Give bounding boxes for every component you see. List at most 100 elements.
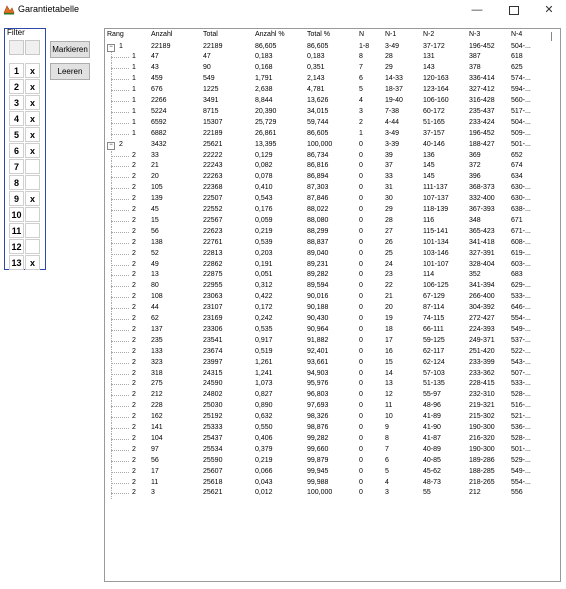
table-row[interactable]: 2 56 22623 0,219 88,299 0 27 115-141 365-423 671-…	[105, 226, 560, 238]
table-row[interactable]: 2 33 22222 0,129 86,734 0 39 136 369 652	[105, 150, 560, 162]
filter-mark-cell[interactable]: x	[25, 143, 40, 158]
header-col-rang[interactable]: Rang	[107, 31, 124, 38]
header-col-n-2[interactable]: N-2	[423, 31, 434, 38]
table-row[interactable]: 2 323 23997 1,261 93,661 0 15 62-124 233-399 543-…	[105, 357, 560, 369]
table-row[interactable]: 2 137 23306 0,535 90,964 0 18 66-111 224-393 549-…	[105, 324, 560, 336]
table-row[interactable]: 2 141 25333 0,550 98,876 0 9 41-90 190-300 536-..…	[105, 423, 560, 434]
table-row[interactable]: 2 17 25607 0,066 99,945 0 5 45-62 188-285 549-...	[105, 466, 560, 478]
filter-number-cell[interactable]: 4	[9, 111, 24, 126]
filter-row[interactable]: 5x	[9, 127, 41, 142]
table-row[interactable]: 2 104 25437 0,406 99,282 0 8 41-87 216-320 528-..…	[105, 433, 560, 445]
close-button[interactable]: ✕	[534, 2, 564, 18]
maximize-button[interactable]	[499, 2, 529, 18]
table-row[interactable]: 2 108 23063 0,422 90,016 0 21 67-129 266-400 533-…	[105, 292, 560, 304]
table-row[interactable]: 1 43 90 0,168 0,351 7 29 143 378 625	[105, 63, 560, 75]
filter-row[interactable]: 3x	[9, 95, 41, 110]
table-row[interactable]: 1 676 1225 2,638 4,781 5 18-37 123-164 327-412 59…	[105, 85, 560, 96]
header-col-anzahl-pct[interactable]: Anzahl %	[255, 31, 285, 38]
markieren-button[interactable]: Markieren	[50, 41, 90, 58]
table-row[interactable]: 2 162 25192 0,632 98,326 0 10 41-89 215-302 521-.…	[105, 412, 560, 423]
table-row[interactable]: 2 318 24315 1,241 94,903 0 14 57-103 233-362 507-…	[105, 368, 560, 380]
table-row[interactable]: 2 212 24802 0,827 96,803 0 12 55-97 232-310 528-.…	[105, 390, 560, 402]
collapse-toggle-icon[interactable]: −	[107, 141, 115, 150]
table-row[interactable]: 2 52 22813 0,203 89,040 0 25 103-146 327-391 619-…	[105, 248, 560, 260]
table-row[interactable]: 2 13 22875 0,051 89,282 0 23 114 352 683	[105, 270, 560, 282]
collapse-toggle-icon[interactable]: −	[107, 43, 115, 52]
filter-mark-cell[interactable]: x	[25, 111, 40, 126]
leeren-button[interactable]: Leeren	[50, 63, 90, 80]
filter-mark-cell[interactable]	[25, 207, 40, 222]
filter-mark-cell[interactable]: x	[25, 127, 40, 142]
filter-row[interactable]: 10	[9, 207, 41, 222]
group-row[interactable]: −2 3432 25621 13,395 100,000 0 3-39 40-146 188-4…	[105, 140, 560, 151]
filter-row[interactable]: 6x	[9, 143, 41, 158]
filter-mark-cell[interactable]: x	[25, 95, 40, 110]
table-row[interactable]: 2 56 25590 0,219 99,879 0 6 40-85 189-286 529-...	[105, 455, 560, 467]
filter-mark-cell[interactable]	[25, 159, 40, 174]
table-row[interactable]: 2 44 23107 0,172 90,188 0 20 87-114 304-392 646-.…	[105, 303, 560, 314]
filter-number-cell[interactable]: 6	[9, 143, 24, 158]
filter-number-cell[interactable]: 13	[9, 255, 24, 270]
filter-number-cell[interactable]: 5	[9, 127, 24, 142]
filter-row[interactable]: 7	[9, 159, 41, 174]
table-row[interactable]: 2 21 22243 0,082 86,816 0 37 145 372 674	[105, 161, 560, 173]
table-row[interactable]: 2 275 24590 1,073 95,976 0 13 51-135 228-415 533-…	[105, 379, 560, 391]
filter-number-cell[interactable]: 3	[9, 95, 24, 110]
filter-number-cell[interactable]: 12	[9, 239, 24, 254]
minimize-button[interactable]: —	[462, 2, 492, 18]
filter-mark-cell[interactable]	[25, 239, 40, 254]
table-row[interactable]: 2 11 25618 0,043 99,988 0 4 48-73 218-265 554-...	[105, 477, 560, 489]
header-col-total[interactable]: Total	[203, 31, 218, 38]
table-row[interactable]: 2 133 23674 0,519 92,401 0 16 62-117 251-420 522-…	[105, 346, 560, 358]
filter-row[interactable]: 1x	[9, 63, 41, 78]
table-row[interactable]: 2 20 22263 0,078 86,894 0 33 145 396 634	[105, 172, 560, 184]
table-row[interactable]: 2 80 22955 0,312 89,594 0 22 106-125 341-394 629-…	[105, 281, 560, 293]
header-col-n[interactable]: N	[359, 31, 364, 38]
filter-row[interactable]: 4x	[9, 111, 41, 126]
filter-mark-cell[interactable]: x	[25, 191, 40, 206]
table-row[interactable]: 2 228 25030 0,890 97,693 0 11 48-96 219-321 516-.…	[105, 401, 560, 413]
filter-mark-cell[interactable]: x	[25, 255, 40, 270]
header-col-total-pct[interactable]: Total %	[307, 31, 330, 38]
group-row[interactable]: −1 22189 22189 86,605 86,605 1-8 3-49 37-172 196…	[105, 42, 560, 53]
filter-number-cell[interactable]: 9	[9, 191, 24, 206]
table-row[interactable]: 1 6882 22189 26,861 86,605 1 3-49 37-157 196-452…	[105, 128, 560, 140]
column-divider[interactable]	[551, 32, 552, 41]
header-col-n-4[interactable]: N-4	[511, 31, 522, 38]
filter-mark-cell[interactable]: x	[25, 63, 40, 78]
table-row[interactable]: 2 62 23169 0,242 90,430 0 19 74-115 272-427 554-.…	[105, 314, 560, 325]
table-row[interactable]: 2 138 22761 0,539 88,837 0 26 101-134 341-418 608…	[105, 237, 560, 249]
filter-row[interactable]: 12	[9, 239, 41, 254]
table-row[interactable]: 2 15 22567 0,059 88,080 0 28 116 348 671	[105, 215, 560, 227]
filter-number-cell[interactable]: 8	[9, 175, 24, 190]
table-row[interactable]: 1 47 47 0,183 0,183 8 28 131 387 618	[105, 52, 560, 64]
header-col-n-1[interactable]: N-1	[385, 31, 396, 38]
table-row[interactable]: 2 97 25534 0,379 99,660 0 7 40-89 190-300 501-...	[105, 444, 560, 456]
table-row[interactable]: 2 45 22552 0,176 88,022 0 29 118-139 367-393 638-…	[105, 205, 560, 216]
filter-row[interactable]: 13 x	[9, 255, 41, 270]
header-col-n-3[interactable]: N-3	[469, 31, 480, 38]
table-row[interactable]: 1 6592 15307 25,729 59,744 2 4-44 51-165 233-424…	[105, 117, 560, 129]
filter-row[interactable]: 11	[9, 223, 41, 238]
table-row[interactable]: 1 5224 8715 20,390 34,015 3 7-38 60-172 235-437 5…	[105, 106, 560, 118]
filter-mark-cell[interactable]	[25, 175, 40, 190]
table-row[interactable]: 2 3 25621 0,012 100,000 0 3 55 212 556	[105, 488, 560, 500]
filter-number-cell[interactable]: 11	[9, 223, 24, 238]
filter-row[interactable]: 8	[9, 175, 41, 190]
table-row[interactable]: 2 105 22368 0,410 87,303 0 31 111-137 368-373 630…	[105, 183, 560, 195]
filter-number-cell[interactable]: 2	[9, 79, 24, 94]
filter-number-cell[interactable]: 10	[9, 207, 24, 222]
filter-mark-cell[interactable]: x	[25, 79, 40, 94]
table-row[interactable]: 2 139 22507 0,543 87,846 0 30 107-137 332-400 630…	[105, 194, 560, 205]
table-row[interactable]: 1 2266 3491 8,844 13,626 4 19-40 106-160 316-428…	[105, 96, 560, 107]
filter-row[interactable]: 9x	[9, 191, 41, 206]
filter-number-cell[interactable]: 1	[9, 63, 24, 78]
filter-row[interactable]: 2x	[9, 79, 41, 94]
filter-number-cell[interactable]: 7	[9, 159, 24, 174]
table-row[interactable]: 1 459 549 1,791 2,143 6 14-33 120-163 336-414 574…	[105, 74, 560, 86]
table-row[interactable]: 2 49 22862 0,191 89,231 0 24 101-107 328-404 603-…	[105, 259, 560, 271]
table-row[interactable]: 2 235 23541 0,917 91,882 0 17 59-125 249-371 537-…	[105, 335, 560, 347]
header-col-anzahl[interactable]: Anzahl	[151, 31, 172, 38]
filter-mark-cell[interactable]	[25, 223, 40, 238]
garantie-table[interactable]: Rang Anzahl Total Anzahl % Total % N N-1 N-2 N-3…	[104, 28, 561, 582]
